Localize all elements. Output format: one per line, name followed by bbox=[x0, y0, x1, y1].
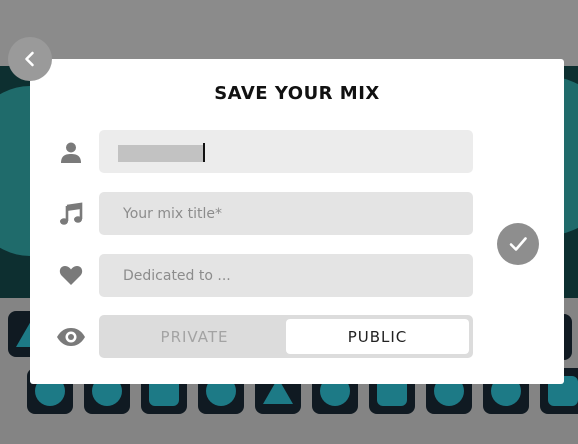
text-cursor bbox=[203, 143, 205, 162]
chevron-left-icon bbox=[25, 51, 34, 67]
mix-title-field[interactable] bbox=[99, 192, 473, 235]
back-button[interactable] bbox=[8, 37, 52, 81]
redacted-username bbox=[118, 145, 204, 162]
eye-icon bbox=[56, 324, 86, 350]
dedicated-to-field[interactable] bbox=[99, 254, 473, 297]
background-header bbox=[0, 0, 578, 66]
dialog-title: SAVE YOUR MIX bbox=[214, 83, 380, 104]
visibility-toggle: PRIVATE PUBLIC bbox=[99, 315, 473, 358]
app-screen: SAVE YOUR MIX Your mix title* Dedicated … bbox=[0, 0, 578, 444]
private-option[interactable]: PRIVATE bbox=[103, 319, 286, 354]
heart-icon bbox=[58, 262, 84, 288]
public-option[interactable]: PUBLIC bbox=[286, 319, 469, 354]
confirm-save-button[interactable] bbox=[497, 223, 539, 265]
checkmark-icon bbox=[509, 237, 527, 251]
music-note-icon bbox=[58, 201, 84, 227]
user-icon bbox=[58, 139, 84, 165]
save-mix-dialog: SAVE YOUR MIX Your mix title* Dedicated … bbox=[30, 59, 564, 384]
